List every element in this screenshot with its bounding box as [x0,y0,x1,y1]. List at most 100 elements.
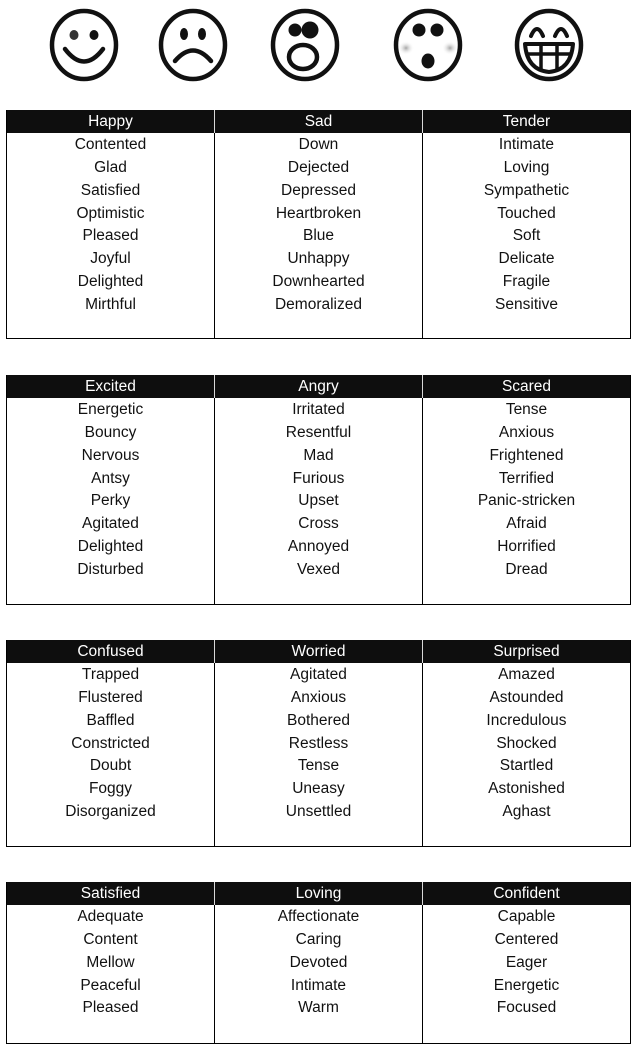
word-item: Contented [74,136,147,153]
word-item: Eager [505,953,548,971]
word-item: Satisfied [80,181,141,199]
word-item: Focused [496,999,557,1017]
word-list-cell: Intimate Loving Sympathetic Touched Soft… [422,133,631,339]
table-row: Trapped Flustered Baffled Constricted Do… [6,663,631,847]
word-item: Mellow [86,953,135,971]
word-item: Peaceful [80,976,141,994]
emotion-table-1: Happy Sad Tender Contented Glad Satisfie… [6,110,631,339]
word-item: Blue [302,227,335,245]
word-item: Resentful [285,423,352,441]
word-item: Anxious [498,423,555,441]
column-header: Sad [214,110,423,133]
word-item: Bothered [287,711,350,729]
word-item: Trapped [81,666,140,683]
word-list-cell: Adequate Content Mellow Peaceful Pleased [6,905,215,1044]
word-list-cell: Capable Centered Eager Energetic Focused [422,905,631,1044]
table-header-row: Satisfied Loving Confident [6,882,631,905]
word-list-cell: Energetic Bouncy Nervous Antsy Perky Agi… [6,398,215,605]
word-item: Optimistic [76,204,145,222]
word-item: Anxious [290,688,347,706]
word-item: Unsettled [285,803,352,821]
word-item: Upset [298,492,339,510]
word-item: Touched [497,204,556,222]
word-item: Mirthful [85,295,136,313]
word-item: Pleased [82,227,139,245]
word-item: Doubt [89,757,132,775]
word-item: Energetic [493,976,560,994]
column-header: Worried [214,640,423,663]
column-header: Loving [214,882,423,905]
column-header: Surprised [422,640,631,663]
shocked-face-icon [269,8,341,82]
word-item: Perky [90,492,131,510]
word-item: Disorganized [65,803,156,821]
word-item: Loving [503,158,550,176]
word-item: Sensitive [495,295,558,313]
word-item: Centered [494,930,559,948]
happy-face-icon [48,8,120,82]
word-item: Fragile [502,273,551,291]
word-item: Down [298,136,339,153]
word-item: Tense [505,401,548,418]
emoticon-row [0,0,636,90]
word-list-cell: Agitated Anxious Bothered Restless Tense… [214,663,423,847]
emotion-table-2: Excited Angry Scared Energetic Bouncy Ne… [6,375,631,605]
word-item: Astonished [488,780,565,798]
word-item: Downhearted [272,273,365,291]
word-item: Nervous [81,446,140,464]
word-item: Terrified [498,469,555,487]
word-item: Soft [512,227,541,245]
word-item: Incredulous [486,711,567,729]
word-item: Dread [505,560,548,578]
table-header-row: Excited Angry Scared [6,375,631,398]
word-item: Tense [297,757,340,775]
word-item: Unhappy [287,250,350,268]
word-item: Shocked [496,734,557,752]
column-header: Satisfied [6,882,215,905]
word-item: Flustered [78,688,143,706]
word-item: Agitated [82,515,139,533]
column-header: Confused [6,640,215,663]
word-item: Irritated [292,401,345,418]
word-list-cell: Tense Anxious Frightened Terrified Panic… [422,398,631,605]
word-item: Affectionate [277,908,360,925]
word-item: Intimate [290,976,347,994]
column-header: Excited [6,375,215,398]
column-header: Angry [214,375,423,398]
word-item: Capable [497,908,556,925]
word-item: Agitated [290,666,347,683]
word-list-cell: Amazed Astounded Incredulous Shocked Sta… [422,663,631,847]
word-item: Aghast [502,803,551,821]
table-header-row: Confused Worried Surprised [6,640,631,663]
word-item: Constricted [71,734,150,752]
word-list-cell: Trapped Flustered Baffled Constricted Do… [6,663,215,847]
word-item: Cross [298,515,339,533]
word-item: Afraid [506,515,547,533]
surprised-blushing-face-icon [392,8,464,82]
word-item: Startled [499,757,554,775]
grinning-face-graphic [514,8,584,82]
word-item: Sympathetic [483,181,570,199]
word-list-cell: Affectionate Caring Devoted Intimate War… [214,905,423,1044]
word-list-cell: Irritated Resentful Mad Furious Upset Cr… [214,398,423,605]
word-item: Mad [303,446,334,464]
word-item: Disturbed [77,560,144,578]
word-item: Furious [292,469,345,487]
word-item: Content [83,930,138,948]
word-item: Uneasy [292,780,345,798]
word-item: Depressed [281,181,356,199]
word-item: Astounded [489,688,564,706]
word-item: Restless [288,734,349,752]
word-item: Baffled [86,711,135,729]
word-item: Foggy [88,780,133,798]
word-item: Frightened [489,446,564,464]
word-item: Delicate [498,250,555,268]
happy-face-graphic [49,8,119,82]
word-item: Heartbroken [275,204,362,222]
word-item: Devoted [289,953,348,971]
column-header: Happy [6,110,215,133]
word-item: Warm [298,999,339,1017]
column-header: Scared [422,375,631,398]
word-item: Glad [94,158,127,176]
grinning-face-icon [513,8,585,82]
